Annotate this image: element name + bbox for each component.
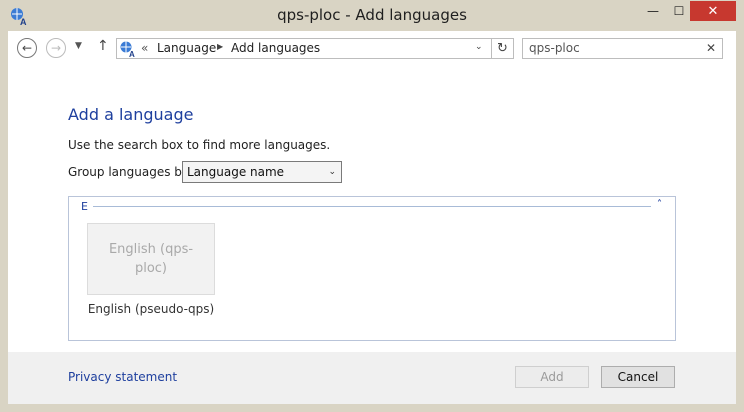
- search-box[interactable]: qps-ploc ✕: [522, 38, 723, 59]
- search-hint: Use the search box to find more language…: [68, 138, 331, 152]
- group-header-divider: [93, 206, 651, 207]
- svg-text:A: A: [129, 50, 135, 58]
- recent-locations-button[interactable]: ▼: [75, 41, 82, 51]
- refresh-button[interactable]: ↻: [492, 38, 514, 59]
- breadcrumb-separator-icon[interactable]: ▶: [217, 42, 223, 51]
- title-bar: A qps-ploc - Add languages — ☐ ✕: [0, 0, 744, 31]
- group-by-label: Group languages by:: [68, 165, 193, 179]
- cancel-button[interactable]: Cancel: [601, 366, 675, 388]
- window: A qps-ploc - Add languages — ☐ ✕ ← → ▼ ↑…: [0, 0, 744, 412]
- language-tile-caption: English (pseudo-qps): [87, 302, 215, 316]
- minimize-button[interactable]: —: [640, 1, 666, 21]
- search-input[interactable]: qps-ploc: [529, 41, 580, 55]
- collapse-chevron-icon[interactable]: ˄: [657, 199, 662, 210]
- footer: Privacy statement Add Cancel: [8, 352, 736, 404]
- chevron-down-icon: ⌄: [328, 167, 336, 177]
- group-by-select[interactable]: Language name ⌄: [182, 161, 342, 183]
- breadcrumb-language[interactable]: Language: [157, 41, 216, 55]
- hidden-locations-chevron-icon[interactable]: «: [141, 41, 148, 55]
- language-list: E ˄ English (qps-ploc) English (pseudo-q…: [68, 196, 676, 341]
- group-by-select-value: Language name: [187, 165, 285, 179]
- window-client-area: ← → ▼ ↑ A « Language ▶ Add languages ⌄ ↻: [8, 31, 736, 404]
- address-bar[interactable]: A « Language ▶ Add languages ⌄: [116, 38, 492, 59]
- back-button[interactable]: ←: [17, 38, 37, 58]
- window-title: qps-ploc - Add languages: [277, 6, 467, 24]
- privacy-statement-link[interactable]: Privacy statement: [68, 370, 177, 384]
- forward-button[interactable]: →: [46, 38, 66, 58]
- address-dropdown-icon[interactable]: ⌄: [475, 42, 483, 52]
- up-button[interactable]: ↑: [97, 38, 109, 54]
- maximize-button[interactable]: ☐: [666, 1, 692, 21]
- page-title: Add a language: [68, 105, 194, 124]
- group-header-letter[interactable]: E: [81, 200, 88, 213]
- navigation-bar: ← → ▼ ↑ A « Language ▶ Add languages ⌄ ↻: [8, 31, 736, 67]
- breadcrumb-add-languages[interactable]: Add languages: [231, 41, 320, 55]
- close-button[interactable]: ✕: [690, 1, 736, 21]
- clear-search-icon[interactable]: ✕: [706, 41, 716, 55]
- language-globe-icon: A: [119, 40, 137, 59]
- language-tile[interactable]: English (qps-ploc): [87, 223, 215, 295]
- add-button[interactable]: Add: [515, 366, 589, 388]
